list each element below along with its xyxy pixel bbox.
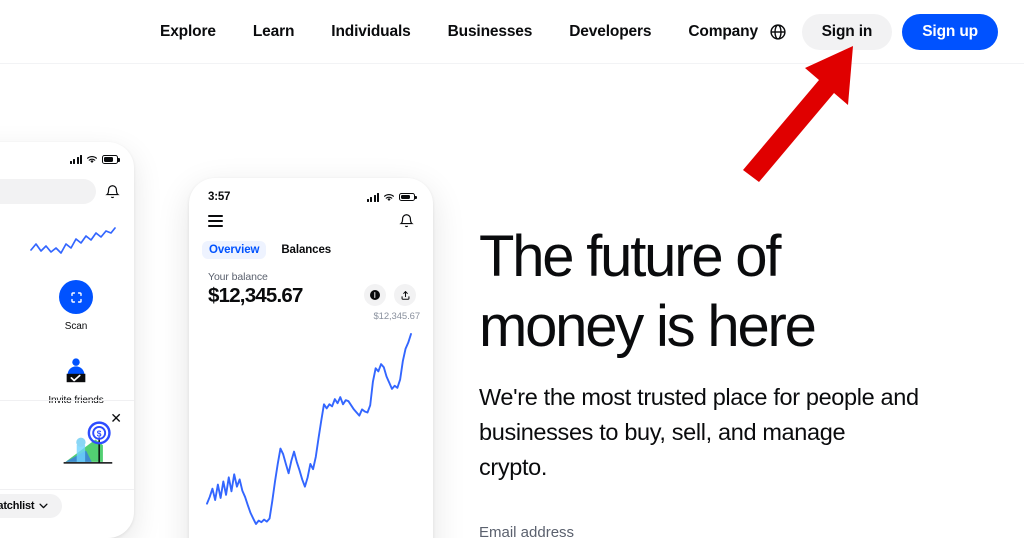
wifi-icon bbox=[87, 156, 97, 163]
nav-item-individuals[interactable]: Individuals bbox=[331, 24, 410, 40]
balance-text-group: Your balance $12,345.67 bbox=[208, 271, 303, 308]
hero-subtitle: We're the most trusted place for people … bbox=[479, 384, 919, 480]
balance-line-chart bbox=[206, 333, 412, 525]
share-upload-icon[interactable] bbox=[394, 284, 416, 306]
signal-icon bbox=[70, 155, 82, 164]
phone-left-status-bar bbox=[0, 142, 134, 164]
nav-item-learn[interactable]: Learn bbox=[253, 24, 295, 40]
nav-item-company[interactable]: Company bbox=[688, 24, 758, 40]
hero-title-line-2: money is here bbox=[479, 294, 817, 359]
site-header: Explore Learn Individuals Businesses Dev… bbox=[0, 0, 1024, 64]
balance-label: Your balance bbox=[208, 271, 268, 283]
primary-navigation: Explore Learn Individuals Businesses Dev… bbox=[160, 24, 758, 40]
watchlist-label: Watchlist bbox=[0, 500, 35, 512]
phone-status-bar: 3:57 bbox=[189, 178, 433, 203]
balance-block: Your balance $12,345.67 bbox=[189, 259, 433, 308]
phone-left-search-row: or an asset bbox=[0, 164, 134, 204]
info-icon[interactable] bbox=[364, 284, 386, 306]
bell-icon[interactable] bbox=[105, 184, 120, 200]
quick-action-invite-friends[interactable]: Invite friends bbox=[18, 354, 134, 408]
quick-action-learning-rewards[interactable]: Learning rewards bbox=[0, 354, 18, 408]
watchlist-dropdown[interactable]: Watchlist bbox=[0, 494, 63, 518]
phone-left-sparkline bbox=[0, 204, 134, 260]
tab-balances[interactable]: Balances bbox=[274, 241, 338, 259]
tab-overview[interactable]: Overview bbox=[202, 241, 267, 259]
phone-mockup-center: 3:57 Overview Balances Your balance $12,… bbox=[189, 178, 433, 538]
quick-action-receive[interactable]: Receive bbox=[0, 280, 18, 334]
phone-top-row bbox=[189, 203, 433, 229]
scan-frame-icon bbox=[59, 280, 93, 314]
balance-actions bbox=[364, 284, 416, 308]
chart-high-label: $12,345.67 bbox=[373, 311, 420, 322]
balance-amount: $12,345.67 bbox=[208, 284, 303, 307]
hero-copy: The future of money is here We're the mo… bbox=[479, 222, 949, 485]
phone-left-secondary-actions: Learning rewards Invite friends bbox=[0, 334, 134, 408]
nav-item-developers[interactable]: Developers bbox=[569, 24, 651, 40]
close-x-icon[interactable]: ✕ bbox=[110, 411, 122, 425]
watchlist-row: Watchlist bbox=[0, 494, 134, 518]
wifi-icon bbox=[384, 193, 394, 201]
sign-up-button[interactable]: Sign up bbox=[902, 14, 998, 50]
nav-item-businesses[interactable]: Businesses bbox=[448, 24, 533, 40]
hero-title-line-1: The future of bbox=[479, 224, 781, 289]
hamburger-menu-icon[interactable] bbox=[208, 214, 223, 228]
battery-icon bbox=[399, 192, 417, 202]
search-input[interactable]: or an asset bbox=[0, 179, 96, 204]
chevron-down-icon bbox=[39, 503, 48, 509]
quick-action-scan[interactable]: Scan bbox=[18, 280, 134, 334]
signal-icon bbox=[367, 192, 379, 202]
status-icons-left bbox=[70, 155, 120, 164]
status-time: 3:57 bbox=[208, 191, 231, 203]
sign-in-button[interactable]: Sign in bbox=[801, 14, 893, 50]
header-actions: Sign in Sign up bbox=[764, 0, 998, 64]
bell-icon[interactable] bbox=[399, 213, 414, 229]
quick-action-label: Scan bbox=[64, 321, 88, 332]
status-icons bbox=[367, 192, 417, 202]
invite-friends-icon bbox=[59, 354, 93, 388]
globe-icon[interactable] bbox=[764, 18, 792, 46]
phone-left-quick-actions: Receive Scan bbox=[0, 260, 134, 334]
nav-item-explore[interactable]: Explore bbox=[160, 24, 216, 40]
email-field-label: Email address bbox=[479, 524, 575, 538]
usdc-promo-card[interactable]: with USDC rk with a $ ✕ bbox=[0, 400, 134, 490]
svg-text:$: $ bbox=[97, 429, 102, 439]
phone-mockup-left: or an asset Receive S bbox=[0, 142, 134, 538]
battery-icon bbox=[102, 155, 120, 164]
page-title: The future of money is here bbox=[479, 222, 949, 362]
phone-tabs: Overview Balances bbox=[189, 229, 433, 259]
